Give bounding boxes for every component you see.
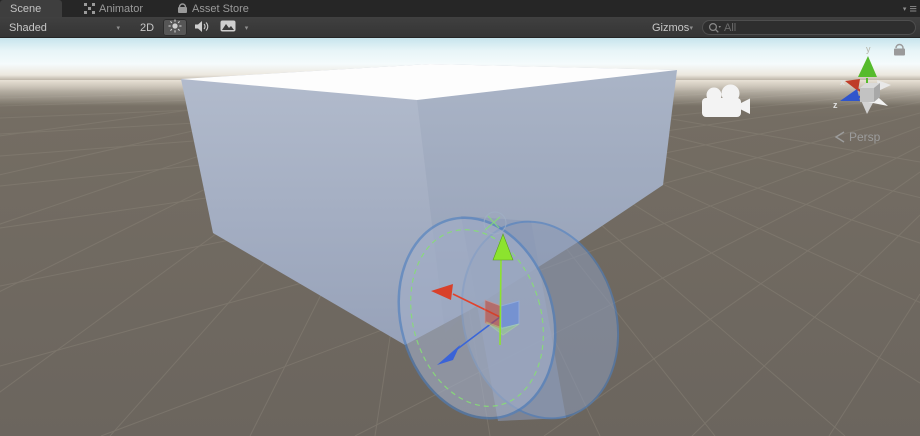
scene-viewport[interactable]: y x z Persp — [0, 38, 920, 436]
tab-asset-store-label: Asset Store — [192, 3, 249, 15]
chevron-down-icon: ▾ — [245, 24, 249, 32]
effects-toggle-button[interactable] — [215, 19, 241, 36]
animator-icon — [84, 3, 95, 14]
tab-animator[interactable]: Animator — [74, 0, 153, 17]
projection-label: Persp — [849, 130, 881, 144]
gizmo-center-cube[interactable] — [860, 88, 874, 102]
image-icon — [220, 20, 236, 35]
tab-animator-label: Animator — [99, 3, 143, 15]
scene-3d-render[interactable]: y x z Persp — [0, 38, 920, 436]
shopping-bag-icon — [177, 3, 188, 14]
tab-scene[interactable]: Scene — [0, 0, 62, 17]
magnifier-icon — [708, 22, 721, 34]
y-axis-handle[interactable] — [500, 259, 501, 345]
gizmo-y-cone[interactable] — [858, 56, 877, 77]
y-axis-label: y — [866, 44, 871, 54]
tab-asset-store[interactable]: Asset Store — [167, 0, 259, 17]
tab-bar: Scene Animator Asset Store ▾ ≡ — [0, 0, 920, 17]
padlock-icon[interactable] — [894, 45, 905, 56]
2d-label: 2D — [140, 22, 154, 34]
audio-toggle-button[interactable] — [189, 19, 213, 36]
gizmos-label: Gizmos — [652, 22, 689, 34]
search-filter-value: All — [724, 22, 736, 34]
shading-mode-dropdown[interactable]: Shaded ▾ — [2, 19, 124, 36]
projection-toggle[interactable]: Persp — [836, 130, 881, 144]
chevron-down-icon: ▾ — [116, 24, 120, 32]
scene-toolbar: Shaded ▾ 2D — [0, 17, 920, 38]
speaker-icon — [194, 20, 209, 36]
2d-toggle-button[interactable]: 2D — [134, 19, 160, 36]
tab-scene-label: Scene — [10, 3, 41, 15]
shading-mode-label: Shaded — [9, 22, 47, 34]
sun-icon — [168, 19, 182, 36]
window-menu-icon[interactable]: ≡ — [909, 4, 917, 14]
chevron-down-icon: ▾ — [689, 24, 693, 32]
x-axis-label: x — [840, 77, 845, 87]
effects-dropdown-button[interactable]: ▾ — [241, 19, 252, 36]
scene-search-field[interactable]: All — [702, 20, 916, 35]
gizmos-dropdown[interactable]: Gizmos ▾ — [645, 19, 697, 36]
window-dropdown-icon[interactable]: ▾ — [903, 5, 907, 13]
lighting-toggle-button[interactable] — [163, 19, 187, 36]
z-axis-label: z — [833, 100, 838, 110]
